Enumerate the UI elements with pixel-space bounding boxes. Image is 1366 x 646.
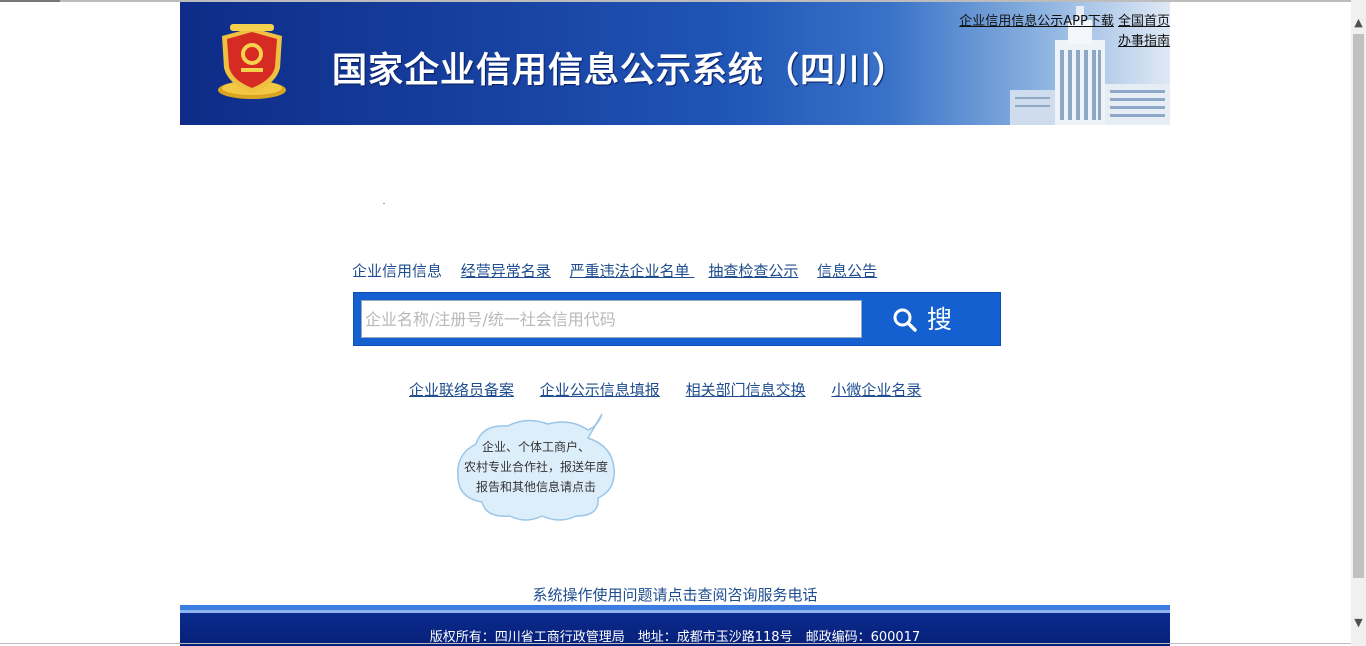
site-title: 国家企业信用信息公示系统（四川） xyxy=(332,51,909,91)
national-home-link[interactable]: 全国首页 xyxy=(1118,14,1170,29)
scroll-up-icon[interactable]: ▲ xyxy=(1351,14,1366,31)
tab-announcement[interactable]: 信息公告 xyxy=(817,262,877,280)
cloud-line: 农村专业合作社，报送年度 xyxy=(463,460,608,474)
nav-tabs: 企业信用信息 经营异常名录 严重违法企业名单 抽查检查公示 信息公告 xyxy=(352,260,891,281)
header-banner: 国家企业信用信息公示系统（四川） 企业信用信息公示APP下载 全国首页 办事指南 xyxy=(180,2,1170,125)
header-links: 企业信用信息公示APP下载 全国首页 办事指南 xyxy=(959,12,1170,52)
tab-serious-violation-list[interactable]: 严重违法企业名单 xyxy=(570,262,695,280)
tab-abnormal-list[interactable]: 经营异常名录 xyxy=(461,262,551,280)
national-emblem-icon xyxy=(218,24,286,99)
bottom-border xyxy=(0,643,1351,644)
top-border-accent xyxy=(0,0,60,2)
scroll-thumb[interactable] xyxy=(1353,34,1364,578)
service-guide-link[interactable]: 办事指南 xyxy=(1118,34,1170,49)
search-icon xyxy=(893,308,917,332)
search-input[interactable] xyxy=(361,300,862,338)
search-box: 搜 索 xyxy=(353,292,1001,387)
app-download-link[interactable]: 企业信用信息公示APP下载 xyxy=(959,14,1114,29)
tab-enterprise-credit[interactable]: 企业信用信息 xyxy=(352,262,442,280)
search-button[interactable]: 搜 索 xyxy=(864,293,1001,387)
scroll-down-icon[interactable]: ▼ xyxy=(1351,614,1366,631)
liaison-registration-link[interactable]: 企业联络员备案 xyxy=(409,381,514,399)
footer-help-link[interactable]: 系统操作使用问题请点击查阅咨询服务电话 xyxy=(180,584,1170,605)
cloud-line: 企业、个体工商户、 xyxy=(481,440,590,454)
info-filing-link[interactable]: 企业公示信息填报 xyxy=(540,381,660,399)
vertical-scrollbar[interactable]: ▲ ▼ xyxy=(1351,0,1366,646)
small-enterprise-list-link[interactable]: 小微企业名录 xyxy=(831,381,921,399)
stray-dot xyxy=(383,203,385,204)
sub-links: 企业联络员备案 企业公示信息填报 相关部门信息交换 小微企业名录 xyxy=(409,379,942,400)
department-exchange-link[interactable]: 相关部门信息交换 xyxy=(686,381,806,399)
cloud-line: 报告和其他信息请点击 xyxy=(475,480,596,494)
tab-inspection[interactable]: 抽查检查公示 xyxy=(708,262,798,280)
cloud-text: 企业、个体工商户、 农村专业合作社，报送年度 报告和其他信息请点击 xyxy=(452,437,620,497)
page: 国家企业信用信息公示系统（四川） 企业信用信息公示APP下载 全国首页 办事指南… xyxy=(0,0,1366,646)
